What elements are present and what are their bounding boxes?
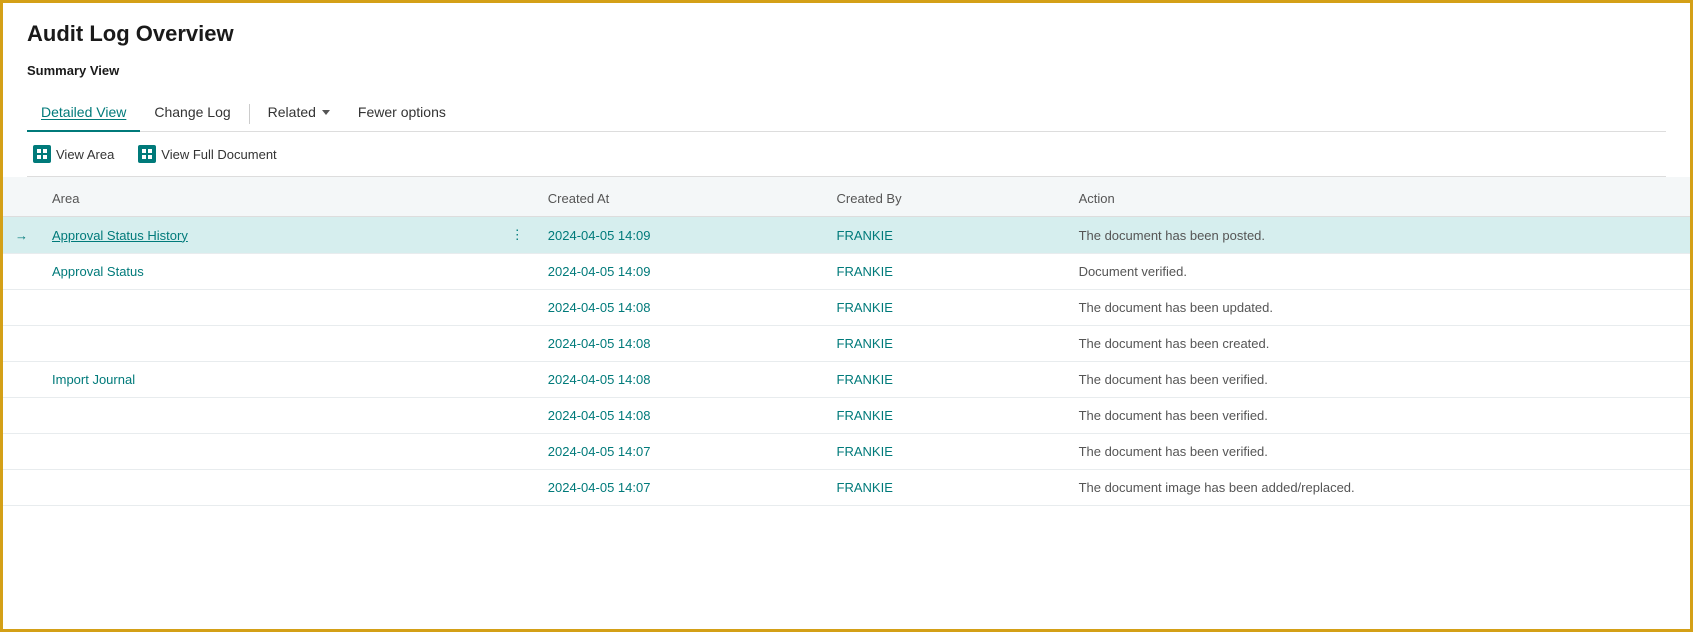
row-area bbox=[40, 434, 499, 470]
row-arrow-cell bbox=[3, 290, 40, 326]
row-arrow-cell bbox=[3, 362, 40, 398]
row-action: The document has been verified. bbox=[1067, 362, 1690, 398]
table-header-row: Area Created At Created By Action bbox=[3, 177, 1690, 217]
tab-fewer-options[interactable]: Fewer options bbox=[344, 96, 460, 132]
table-row[interactable]: Import Journal 2024-04-05 14:08FRANKIEThe… bbox=[3, 362, 1690, 398]
row-created-by: FRANKIE bbox=[825, 326, 1067, 362]
row-created-by: FRANKIE bbox=[825, 290, 1067, 326]
row-area bbox=[40, 326, 499, 362]
table-row[interactable]: 2024-04-05 14:08FRANKIEThe document has … bbox=[3, 290, 1690, 326]
page-container: Audit Log Overview Summary View Detailed… bbox=[3, 3, 1690, 177]
related-chevron-down-icon bbox=[322, 110, 330, 115]
table-row[interactable]: Approval Status 2024-04-05 14:09FRANKIEDo… bbox=[3, 254, 1690, 290]
page-title: Audit Log Overview bbox=[27, 21, 1666, 47]
col-header-action: Action bbox=[1067, 177, 1690, 217]
row-created-at: 2024-04-05 14:07 bbox=[536, 470, 825, 506]
row-action: The document has been updated. bbox=[1067, 290, 1690, 326]
row-menu-dots bbox=[499, 434, 536, 470]
row-arrow-cell bbox=[3, 398, 40, 434]
row-action: The document has been verified. bbox=[1067, 398, 1690, 434]
row-menu-dots bbox=[499, 398, 536, 434]
row-created-by: FRANKIE bbox=[825, 362, 1067, 398]
col-header-menu bbox=[499, 177, 536, 217]
view-area-label: View Area bbox=[56, 147, 114, 162]
row-created-at: 2024-04-05 14:08 bbox=[536, 326, 825, 362]
row-arrow-cell bbox=[3, 326, 40, 362]
table-row[interactable]: 2024-04-05 14:07FRANKIEThe document has … bbox=[3, 434, 1690, 470]
row-menu-dots bbox=[499, 470, 536, 506]
table-row[interactable]: 2024-04-05 14:08FRANKIEThe document has … bbox=[3, 326, 1690, 362]
row-created-at: 2024-04-05 14:08 bbox=[536, 290, 825, 326]
col-header-created-by: Created By bbox=[825, 177, 1067, 217]
row-area: Import Journal bbox=[40, 362, 499, 398]
row-created-at: 2024-04-05 14:08 bbox=[536, 398, 825, 434]
row-created-by: FRANKIE bbox=[825, 398, 1067, 434]
view-full-document-button[interactable]: View Full Document bbox=[132, 142, 282, 166]
row-action: Document verified. bbox=[1067, 254, 1690, 290]
row-menu-dots bbox=[499, 362, 536, 398]
tab-divider bbox=[249, 104, 250, 124]
toolbar: View Area View Full Document bbox=[27, 132, 1666, 177]
col-header-arrow bbox=[3, 177, 40, 217]
row-created-by: FRANKIE bbox=[825, 434, 1067, 470]
row-action: The document image has been added/replac… bbox=[1067, 470, 1690, 506]
row-created-at: 2024-04-05 14:09 bbox=[536, 254, 825, 290]
row-menu-dots bbox=[499, 326, 536, 362]
tab-bar: Detailed View Change Log Related Fewer o… bbox=[27, 96, 1666, 132]
tab-detailed-view[interactable]: Detailed View bbox=[27, 96, 140, 132]
row-action: The document has been created. bbox=[1067, 326, 1690, 362]
row-arrow-cell bbox=[3, 470, 40, 506]
audit-log-table: Area Created At Created By Action →Appro… bbox=[3, 177, 1690, 506]
table-row[interactable]: 2024-04-05 14:07FRANKIEThe document imag… bbox=[3, 470, 1690, 506]
table-row[interactable]: →Approval Status History⋮2024-04-05 14:0… bbox=[3, 217, 1690, 254]
row-created-at: 2024-04-05 14:08 bbox=[536, 362, 825, 398]
tab-related[interactable]: Related bbox=[254, 96, 344, 132]
row-created-at: 2024-04-05 14:07 bbox=[536, 434, 825, 470]
col-header-created-at: Created At bbox=[536, 177, 825, 217]
row-menu-dots[interactable]: ⋮ bbox=[499, 217, 536, 254]
row-action: The document has been verified. bbox=[1067, 434, 1690, 470]
row-arrow-cell bbox=[3, 434, 40, 470]
row-arrow-cell: → bbox=[3, 217, 40, 254]
view-area-icon bbox=[33, 145, 51, 163]
summary-view-label: Summary View bbox=[27, 63, 1666, 78]
row-created-by: FRANKIE bbox=[825, 217, 1067, 254]
table-section: Area Created At Created By Action →Appro… bbox=[3, 177, 1690, 506]
row-area bbox=[40, 398, 499, 434]
row-area: Approval Status bbox=[40, 254, 499, 290]
view-full-document-label: View Full Document bbox=[161, 147, 276, 162]
row-arrow-cell bbox=[3, 254, 40, 290]
row-created-by: FRANKIE bbox=[825, 254, 1067, 290]
view-area-button[interactable]: View Area bbox=[27, 142, 120, 166]
table-row[interactable]: 2024-04-05 14:08FRANKIEThe document has … bbox=[3, 398, 1690, 434]
row-area bbox=[40, 470, 499, 506]
tab-change-log[interactable]: Change Log bbox=[140, 96, 244, 132]
row-area bbox=[40, 290, 499, 326]
row-action: The document has been posted. bbox=[1067, 217, 1690, 254]
row-created-at: 2024-04-05 14:09 bbox=[536, 217, 825, 254]
col-header-area: Area bbox=[40, 177, 499, 217]
row-created-by: FRANKIE bbox=[825, 470, 1067, 506]
row-area[interactable]: Approval Status History bbox=[40, 217, 499, 254]
row-menu-dots bbox=[499, 254, 536, 290]
row-menu-dots bbox=[499, 290, 536, 326]
view-full-document-icon bbox=[138, 145, 156, 163]
